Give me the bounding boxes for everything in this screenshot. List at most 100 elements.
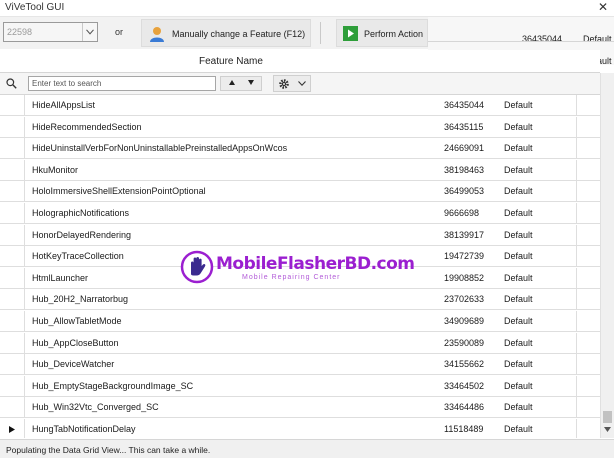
table-row[interactable]: HideRecommendedSection 36435115 Default <box>0 116 600 138</box>
feature-id-cell: 24669091 <box>444 143 485 154</box>
arrow-down-icon[interactable] <box>248 80 254 85</box>
row-header[interactable] <box>0 419 25 438</box>
feature-state-cell: Default <box>504 100 533 110</box>
feature-id-cell: 36435044 <box>444 100 485 110</box>
grid-header: Feature Name <box>0 50 600 73</box>
column-divider <box>576 246 577 267</box>
watermark-brand: MobileFlasherBD.com <box>216 254 415 274</box>
feature-state-cell: Default <box>504 229 533 240</box>
row-header[interactable] <box>0 246 25 267</box>
feature-name-cell: Hub_AllowTabletMode <box>32 316 122 326</box>
user-icon <box>150 27 164 42</box>
column-divider <box>576 375 577 396</box>
feature-name-cell: Hub_Win32Vtc_Converged_SC <box>32 402 159 413</box>
background-row-state: Default <box>583 34 612 44</box>
table-row[interactable]: Hub_EmptyStageBackgroundImage_SC 3346450… <box>0 375 600 397</box>
build-combo[interactable]: 22598 <box>3 22 98 42</box>
row-header[interactable] <box>0 224 25 245</box>
background-row-id: 36435044 <box>522 34 563 44</box>
table-row[interactable]: Hub_AllowTabletMode 34909689 Default <box>0 311 600 332</box>
column-divider <box>576 116 577 137</box>
feature-id-cell: 38198463 <box>444 164 485 175</box>
scrollbar-thumb[interactable] <box>603 411 612 423</box>
build-combo-dropdown[interactable] <box>82 23 97 41</box>
play-icon <box>343 26 358 41</box>
column-divider <box>576 95 577 115</box>
feature-state-cell: Default <box>504 121 533 132</box>
table-row[interactable]: Hub_DeviceWatcher 34155662 Default <box>0 354 600 376</box>
arrow-down-icon[interactable] <box>604 427 611 432</box>
build-combo-value: 22598 <box>7 27 33 37</box>
column-divider <box>576 267 577 288</box>
table-row[interactable]: HkuMonitor 38198463 Default <box>0 159 600 181</box>
row-header[interactable] <box>0 138 25 159</box>
feature-id-cell: 33464486 <box>444 402 485 413</box>
feature-state-cell: Default <box>504 272 533 283</box>
row-header[interactable] <box>0 332 25 353</box>
row-header[interactable] <box>0 181 25 202</box>
column-divider <box>576 224 577 245</box>
column-header-feature-name[interactable]: Feature Name <box>199 56 263 67</box>
arrow-up-icon[interactable] <box>229 80 235 85</box>
feature-id-cell: 11518489 <box>444 424 484 434</box>
hand-logo-icon <box>180 250 214 284</box>
row-header[interactable] <box>0 311 25 331</box>
table-row[interactable]: Hub_AppCloseButton 23590089 Default <box>0 332 600 354</box>
or-label: or <box>115 27 124 37</box>
column-divider <box>576 332 577 353</box>
feature-name-cell: Hub_20H2_Narratorbug <box>32 294 129 305</box>
row-header[interactable] <box>0 116 25 137</box>
feature-name-cell: HideUninstallVerbForNonUninstallablePrei… <box>32 143 288 154</box>
perform-action-button[interactable]: Perform Action <box>336 19 428 47</box>
table-row[interactable]: HoloImmersiveShellExtensionPointOptional… <box>0 181 600 203</box>
feature-name-cell: HoloImmersiveShellExtensionPointOptional <box>32 186 206 197</box>
search-input[interactable] <box>28 76 216 91</box>
row-header[interactable] <box>0 354 25 375</box>
table-row[interactable]: HideUninstallVerbForNonUninstallablePrei… <box>0 138 600 160</box>
feature-id-cell: 34155662 <box>444 359 485 370</box>
feature-name-cell: HtmlLauncher <box>32 272 89 283</box>
status-bar: Populating the Data Grid View... This ca… <box>0 439 614 458</box>
row-header[interactable] <box>0 375 25 396</box>
column-divider <box>576 397 577 418</box>
feature-name-cell: Hub_AppCloseButton <box>32 337 119 348</box>
feature-state-cell: Default <box>504 143 533 154</box>
feature-state-cell: Default <box>504 186 533 197</box>
vertical-scrollbar[interactable] <box>600 73 614 438</box>
feature-id-cell: 19908852 <box>444 272 485 283</box>
feature-id-cell: 34909689 <box>444 316 485 326</box>
window-title: ViVeTool GUI <box>5 2 65 13</box>
status-text: Populating the Data Grid View... This ca… <box>6 445 211 455</box>
table-row[interactable]: HideAllAppsList 36435044 Default <box>0 95 600 116</box>
feature-name-cell: Hub_DeviceWatcher <box>32 359 115 370</box>
row-header[interactable] <box>0 289 25 310</box>
feature-name-cell: HideRecommendedSection <box>32 121 142 132</box>
search-navigation <box>220 76 262 91</box>
watermark: MobileFlasherBD.com Mobile Repairing Cen… <box>180 250 415 290</box>
table-row[interactable]: Hub_20H2_Narratorbug 23702633 Default <box>0 289 600 311</box>
feature-id-cell: 36499053 <box>444 186 485 197</box>
feature-state-cell: Default <box>504 164 533 175</box>
table-row[interactable]: HonorDelayedRendering 38139917 Default <box>0 224 600 246</box>
row-header[interactable] <box>0 159 25 180</box>
feature-id-cell: 9666698 <box>444 208 480 218</box>
row-header[interactable] <box>0 267 25 288</box>
feature-name-cell: HungTabNotificationDelay <box>32 424 136 434</box>
row-header[interactable] <box>0 397 25 418</box>
feature-name-cell: HolographicNotifications <box>32 208 130 218</box>
feature-id-cell: 36435115 <box>444 121 484 132</box>
close-icon[interactable]: ✕ <box>598 0 608 14</box>
table-row[interactable]: HungTabNotificationDelay 11518489 Defaul… <box>0 419 600 438</box>
toolbar-separator <box>320 22 321 44</box>
column-divider <box>576 159 577 180</box>
table-row[interactable]: HolographicNotifications 9666698 Default <box>0 203 600 224</box>
table-row[interactable]: Hub_Win32Vtc_Converged_SC 33464486 Defau… <box>0 397 600 419</box>
feature-state-cell: Default <box>504 337 533 348</box>
options-button[interactable] <box>273 75 311 92</box>
row-header[interactable] <box>0 203 25 223</box>
row-header[interactable] <box>0 95 25 115</box>
row-pointer-icon <box>9 426 15 433</box>
title-bar: ViVeTool GUI ✕ <box>0 0 614 17</box>
manual-change-button[interactable]: Manually change a Feature (F12) <box>141 19 311 47</box>
feature-state-cell: Default <box>504 359 533 370</box>
